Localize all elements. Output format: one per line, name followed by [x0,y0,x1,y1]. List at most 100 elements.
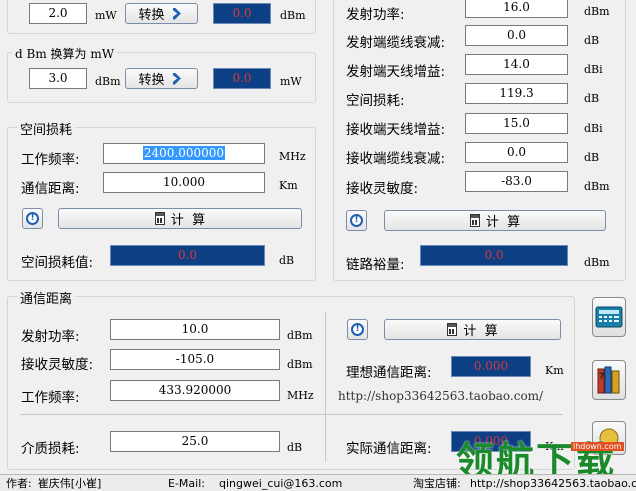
mw-output-unit: mW [280,75,302,88]
tx-antenna-gain-unit: dBi [584,63,603,76]
shop-label: 淘宝店铺: [413,477,461,490]
medium-loss-input[interactable]: 25.0 [110,431,280,452]
cd-calc-button[interactable]: 计 算 [384,319,561,340]
rx-cable-loss-unit: dB [584,151,600,164]
dbm-input[interactable]: 3.0 [29,68,87,89]
email-value[interactable]: qingwei_cui@163.com [219,477,342,490]
freq-input[interactable]: 2400.000000 [103,143,265,164]
cd-rx-sensitivity-input[interactable]: -105.0 [110,349,280,370]
dbm-output: 0.0 [213,3,271,24]
cd-freq-label: 工作频率: [21,390,80,406]
cd-tx-power-input[interactable]: 10.0 [110,319,280,340]
cd-tx-power-unit: dBm [287,329,313,342]
cd-rx-sensitivity-label: 接收灵敏度: [21,357,94,373]
link-calc-button[interactable]: 计 算 [384,210,606,231]
rx-cable-loss-label: 接收端缆线衰减: [346,151,446,167]
path-loss-unit: dB [584,92,600,105]
svg-text:?: ? [599,372,604,382]
space-loss-title: 空间损耗 [17,119,76,138]
space-loss-calc-button[interactable]: 计 算 [58,208,302,229]
calculator-icon [447,323,458,336]
rx-sensitivity-unit: dBm [584,180,610,193]
space-loss-result-unit: dB [279,254,295,267]
dbm-unit: dBm [280,9,306,22]
calc-label: 计 算 [170,213,206,228]
tx-power-input[interactable]: 16.0 [465,0,568,18]
tx-power-label: 发射功率: [346,7,405,23]
space-loss-result-label: 空间损耗值: [21,255,94,271]
status-bar: 作者: 崔庆伟[小崔] E-Mail: qingwei_cui@163.com … [0,474,636,491]
convert-label: 转换 [138,73,165,88]
books-icon: ? [597,366,620,394]
space-loss-result: 0.0 [110,245,265,266]
books-tool-button[interactable]: ? [592,360,626,400]
cd-help-button[interactable]: ! [347,319,368,340]
about-tool-button[interactable] [592,421,626,455]
tx-cable-loss-label: 发射端缆线衰减: [346,35,446,51]
calculator-icon [469,214,480,227]
convert-dbm-button[interactable]: 转换 [125,68,198,89]
rx-cable-loss-input[interactable]: 0.0 [465,142,568,163]
tx-power-unit: dBm [584,5,610,18]
tx-cable-loss-input[interactable]: 0.0 [465,25,568,46]
medium-loss-label: 介质损耗: [21,441,80,457]
cd-rx-sensitivity-unit: dBm [287,358,313,371]
freq-label: 工作频率: [21,152,80,168]
calc-label: 计 算 [463,324,498,339]
author-label: 作者: [6,477,32,490]
tx-antenna-gain-label: 发射端天线增益: [346,64,446,80]
shop-value[interactable]: http://shop33642563.taobao.c [470,477,636,490]
comm-distance-title: 通信距离 [17,288,76,307]
convert-label: 转换 [138,8,165,23]
link-margin-unit: dBm [584,256,610,269]
rx-antenna-gain-unit: dBi [584,122,603,135]
distance-label: 通信距离: [21,181,80,197]
calculator-tool-button[interactable] [592,297,626,337]
space-loss-help-button[interactable]: ! [22,208,43,229]
rx-antenna-gain-input[interactable]: 15.0 [465,113,568,134]
cd-tx-power-label: 发射功率: [21,329,80,345]
cd-freq-input[interactable]: 433.920000 [110,380,280,401]
freq-unit: MHz [279,150,306,163]
path-loss-input[interactable]: 119.3 [465,83,568,104]
tx-cable-loss-unit: dB [584,34,600,47]
shop-url-label: http://shop33642563.taobao.com/ [338,389,544,403]
link-margin-label: 链路裕量: [346,257,405,273]
link-margin-result: 0.0 [420,245,568,266]
dbm-input-unit: dBm [95,75,121,88]
mw-unit: mW [95,9,117,22]
medium-loss-unit: dB [287,441,303,454]
comm-distance-vdivider [325,312,326,462]
help-icon: ! [351,323,364,336]
help-icon: ! [26,212,39,225]
email-label: E-Mail: [168,476,205,490]
dbm-to-mw-title: d Bm 换算为 mW [12,45,118,62]
distance-unit: Km [279,179,298,192]
convert-mw-button[interactable]: 转换 [125,3,198,24]
rx-sensitivity-input[interactable]: -83.0 [465,171,568,192]
link-help-button[interactable]: ! [346,210,367,231]
rx-antenna-gain-label: 接收端天线增益: [346,122,446,138]
actual-distance-unit: Km [545,440,564,453]
distance-input[interactable]: 10.000 [103,172,265,193]
calculator-icon [154,212,165,225]
chevron-right-icon [172,72,181,85]
actual-distance-result: 0.000 [451,431,531,452]
comm-distance-divider [20,414,563,415]
calculator-icon [595,306,623,328]
chevron-right-icon [172,7,181,20]
ideal-distance-label: 理想通信距离: [346,365,432,381]
actual-distance-label: 实际通信距离: [346,441,432,457]
mw-input[interactable]: 2.0 [29,3,87,24]
author-value: 崔庆伟[小崔] [37,477,102,490]
mw-output: 0.0 [213,68,271,89]
rx-sensitivity-label: 接收灵敏度: [346,181,419,197]
cd-freq-unit: MHz [287,389,314,402]
help-icon: ! [350,214,363,227]
info-icon [599,428,619,448]
calc-label: 计 算 [485,215,521,230]
path-loss-label: 空间损耗: [346,93,405,109]
ideal-distance-result: 0.000 [451,356,531,377]
tx-antenna-gain-input[interactable]: 14.0 [465,54,568,75]
ideal-distance-unit: Km [545,364,564,377]
